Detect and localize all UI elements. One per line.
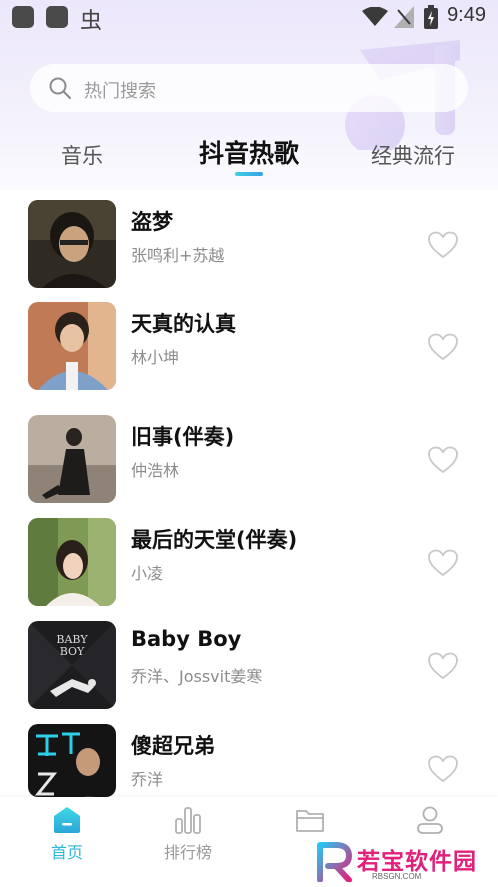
album-cover	[28, 518, 116, 606]
svg-text:BOY: BOY	[60, 645, 85, 658]
no-signal-icon	[394, 6, 414, 28]
clock: 9:49	[447, 4, 486, 26]
song-row[interactable]: 最后的天堂(伴奏) 小凌	[0, 518, 498, 608]
tab-classic-pop[interactable]: 经典流行	[371, 140, 455, 170]
home-icon	[54, 807, 80, 833]
heart-icon[interactable]	[428, 446, 458, 474]
notification-icon	[46, 6, 68, 28]
album-cover	[28, 302, 116, 390]
nav-home-label: 首页	[50, 843, 83, 862]
album-cover	[28, 415, 116, 503]
heart-icon[interactable]	[428, 755, 458, 783]
song-title: 最后的天堂(伴奏)	[131, 528, 298, 552]
song-title: 傻超兄弟	[131, 734, 215, 758]
tab-douyin-hot[interactable]: 抖音热歌	[199, 134, 299, 170]
folder-icon	[296, 810, 324, 832]
song-title: 盗梦	[131, 210, 173, 234]
user-icon	[417, 806, 443, 834]
heart-icon[interactable]	[428, 333, 458, 361]
song-artist: 仲浩林	[131, 461, 180, 480]
search-placeholder: 热门搜索	[84, 81, 156, 102]
album-cover	[28, 724, 116, 797]
album-cover: BABY BOY	[28, 621, 116, 709]
song-artist: 乔洋	[131, 770, 164, 789]
wifi-icon	[362, 7, 388, 26]
song-artist: 张鸣利+苏越	[131, 246, 225, 265]
status-bar: 虫 9:49	[0, 0, 498, 34]
watermark-logo: 若宝软件园 RBSGN.COM	[312, 838, 498, 887]
chart-bars-icon	[175, 807, 201, 834]
bug-icon: 虫	[80, 9, 103, 34]
notification-icon	[12, 6, 34, 28]
battery-icon	[424, 5, 438, 29]
song-row[interactable]: 天真的认真 林小坤	[0, 302, 498, 392]
tab-music[interactable]: 音乐	[61, 140, 103, 170]
watermark-subtext: RBSGN.COM	[372, 872, 422, 881]
search-input[interactable]: 热门搜索	[30, 64, 468, 112]
song-artist: 小凌	[131, 564, 164, 583]
watermark-text: 若宝软件园	[357, 849, 477, 875]
song-artist: 乔洋、Jossvit姜寒	[131, 667, 263, 686]
song-title: 旧事(伴奏)	[131, 425, 235, 449]
song-row[interactable]: 旧事(伴奏) 仲浩林	[0, 415, 498, 505]
nav-charts[interactable]: 排行榜	[133, 797, 243, 887]
tab-indicator	[235, 172, 263, 176]
nav-charts-label: 排行榜	[163, 843, 212, 862]
heart-icon[interactable]	[428, 652, 458, 680]
watermark-r-icon	[317, 842, 352, 882]
song-title: Baby Boy	[131, 627, 242, 651]
heart-icon[interactable]	[428, 231, 458, 259]
heart-icon[interactable]	[428, 549, 458, 577]
song-row[interactable]: 盗梦 张鸣利+苏越	[0, 200, 498, 290]
song-title: 天真的认真	[131, 312, 236, 336]
album-cover	[28, 200, 116, 288]
nav-home[interactable]: 首页	[12, 797, 122, 887]
search-icon	[49, 77, 72, 100]
song-artist: 林小坤	[131, 348, 180, 367]
song-row[interactable]: BABY BOY Baby Boy 乔洋、Jossvit姜寒	[0, 621, 498, 711]
